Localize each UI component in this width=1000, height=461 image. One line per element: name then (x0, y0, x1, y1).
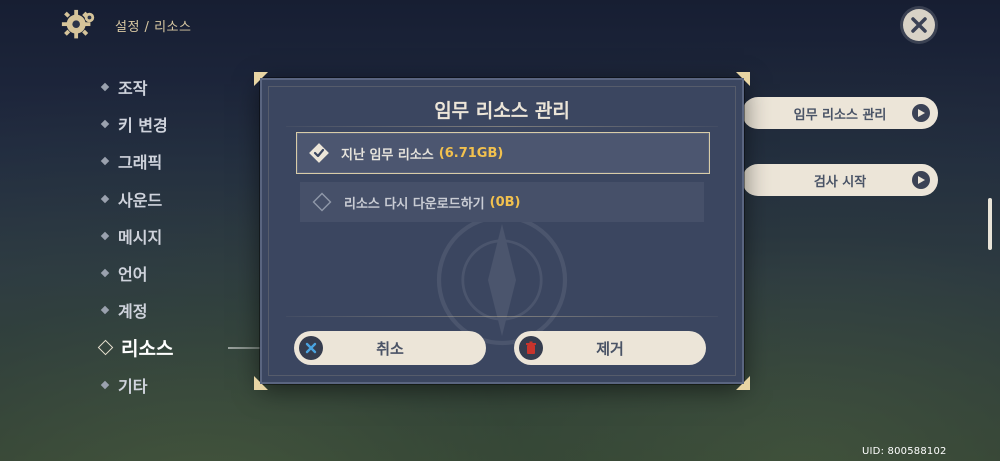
emblem-watermark (436, 214, 568, 346)
diamond-bullet-icon (100, 156, 110, 166)
trash-icon (519, 336, 543, 360)
sidebar-item-controls[interactable]: 조작 (98, 68, 173, 105)
resource-manage-dialog: 임무 리소스 관리 지난 임무 리소스 (6.71GB) 리소스 다시 다운로드… (254, 72, 750, 390)
sidebar-item-graphics[interactable]: 그래픽 (98, 143, 173, 180)
breadcrumb: 설정 / 리소스 (115, 20, 192, 35)
sidebar-item-label: 키 변경 (118, 115, 168, 135)
sidebar-item-label: 조작 (118, 78, 148, 98)
sidebar-item-keybinds[interactable]: 키 변경 (98, 105, 173, 142)
diamond-bullet-icon (100, 380, 110, 390)
diamond-bullet-icon (100, 194, 110, 203)
sidebar-item-label: 사운드 (118, 190, 163, 210)
corner-ornament (736, 72, 750, 86)
uid-label: UID: 800588102 (862, 446, 947, 457)
sidebar-item-label: 리소스 (121, 338, 174, 361)
option-size: (6.71GB) (438, 145, 504, 161)
diamond-outline-icon (97, 339, 114, 356)
sidebar-item-label: 기타 (118, 377, 148, 397)
sidebar-item-audio[interactable]: 사운드 (98, 180, 173, 217)
sidebar-item-resources[interactable]: 리소스 (97, 329, 318, 366)
dialog-title: 임무 리소스 관리 (434, 100, 570, 122)
option-label: 지난 임무 리소스 (341, 147, 434, 163)
button-label: 임무 리소스 관리 (793, 107, 887, 123)
corner-ornament (254, 376, 268, 390)
diamond-outline-icon (310, 190, 334, 214)
cancel-button[interactable]: 취소 (294, 331, 486, 365)
sidebar-item-other[interactable]: 기타 (98, 366, 173, 403)
sidebar-item-label: 메시지 (118, 227, 163, 247)
gear-icon (61, 9, 95, 39)
diamond-bullet-icon (100, 119, 110, 129)
button-label: 검사 시작 (813, 174, 867, 190)
x-icon (299, 336, 323, 360)
button-label: 제거 (596, 339, 624, 358)
manage-mission-resources-button[interactable]: 임무 리소스 관리 (742, 97, 938, 129)
sidebar-item-messages[interactable]: 메시지 (98, 217, 173, 254)
option-size: (0B) (489, 194, 521, 210)
start-check-button[interactable]: 검사 시작 (742, 164, 938, 196)
sidebar-item-label: 언어 (118, 265, 148, 285)
play-arrow-icon (912, 104, 930, 122)
sidebar-item-account[interactable]: 계정 (98, 292, 173, 329)
option-past-mission-resources[interactable]: 지난 임무 리소스 (6.71GB) (296, 132, 710, 174)
button-label: 취소 (376, 339, 404, 358)
close-button[interactable] (903, 9, 935, 41)
sidebar-item-label: 계정 (118, 302, 148, 322)
play-arrow-icon (912, 171, 930, 189)
divider (286, 316, 718, 317)
diamond-check-icon (307, 141, 331, 165)
scrollbar[interactable] (988, 198, 992, 250)
diamond-bullet-icon (100, 306, 110, 315)
settings-sidebar: 조작 키 변경 그래픽 사운드 메시지 언어 계정 리소스 기타 (97, 68, 318, 404)
corner-ornament (736, 376, 750, 390)
diamond-bullet-icon (100, 268, 110, 278)
sidebar-item-label: 그래픽 (118, 153, 163, 173)
diamond-bullet-icon (100, 231, 110, 241)
divider (286, 126, 718, 127)
sidebar-item-language[interactable]: 언어 (98, 254, 173, 291)
corner-ornament (254, 72, 268, 86)
option-redownload-resources[interactable]: 리소스 다시 다운로드하기 (0B) (300, 182, 704, 222)
diamond-bullet-icon (100, 82, 110, 91)
remove-button[interactable]: 제거 (514, 331, 706, 365)
option-label: 리소스 다시 다운로드하기 (344, 196, 485, 212)
close-icon (911, 17, 927, 33)
